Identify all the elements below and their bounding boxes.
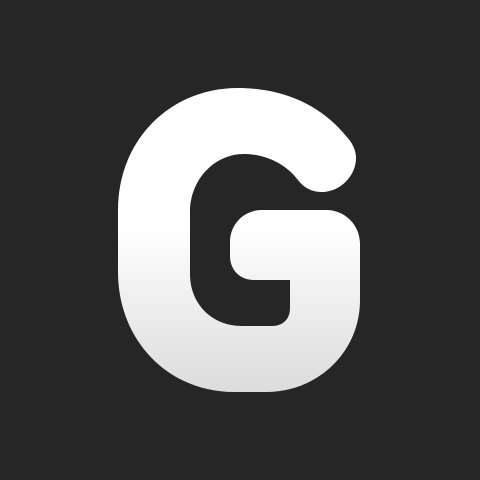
g-logo-icon — [118, 88, 360, 392]
g-glyph — [118, 88, 360, 392]
app-icon — [0, 0, 480, 480]
